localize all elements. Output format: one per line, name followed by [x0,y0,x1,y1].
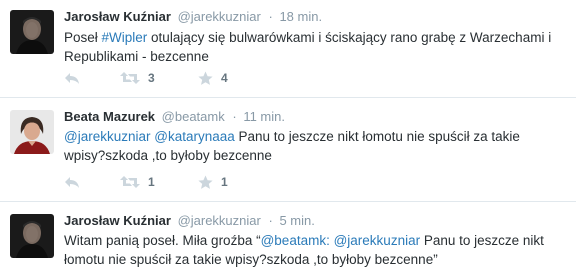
man-portrait-icon [10,10,54,54]
reply-icon [65,177,79,188]
tweet[interactable]: Jarosław Kuźniar @jarekkuzniar · 5 min. … [0,202,576,275]
favorite-button[interactable]: 4 [198,71,258,86]
tweet-header: Jarosław Kuźniar @jarekkuzniar · 5 min. [64,213,315,228]
author-name[interactable]: Jarosław Kuźniar [64,213,171,228]
tweet-header: Jarosław Kuźniar @jarekkuzniar · 18 min. [64,9,322,24]
retweet-button[interactable]: 3 [120,71,180,85]
tweet-header: Beata Mazurek @beatamk · 11 min. [64,109,285,124]
timestamp[interactable]: 18 min. [279,9,322,24]
woman-portrait-icon [10,110,54,154]
tweet[interactable]: Jarosław Kuźniar @jarekkuzniar · 18 min.… [0,0,576,98]
tweet[interactable]: Beata Mazurek @beatamk · 11 min. @jarekk… [0,98,576,202]
tweet-actions: 3 4 [64,69,298,87]
separator-dot: · [268,9,273,24]
reply-button[interactable] [64,71,98,85]
author-handle[interactable]: @beatamk [162,109,225,124]
timestamp[interactable]: 11 min. [243,109,285,124]
avatar[interactable] [10,214,54,258]
avatar[interactable] [10,10,54,54]
avatar[interactable] [10,110,54,154]
text-segment: Poseł [64,30,102,45]
author-name[interactable]: Beata Mazurek [64,109,155,124]
mention-link[interactable]: @jarekkuzniar [64,129,150,144]
favorite-button[interactable]: 1 [198,175,258,190]
separator-dot: · [232,109,237,124]
tweet-text: Witam panią poseł. Miła groźba “@beatamk… [64,231,564,269]
mention-link[interactable]: @beatamk [261,233,326,248]
tweet-actions: 1 1 [64,173,298,191]
retweet-count: 1 [148,175,155,189]
favorite-count: 1 [221,175,228,189]
text-segment: : [326,233,334,248]
author-name[interactable]: Jarosław Kuźniar [64,9,171,24]
timestamp[interactable]: 5 min. [279,213,314,228]
text-segment: Witam panią poseł. Miła groźba “ [64,233,261,248]
tweet-text: Poseł #Wipler otulający się bulwarówkami… [64,28,564,66]
author-handle[interactable]: @jarekkuzniar [178,9,261,24]
retweet-icon [120,72,140,84]
man-portrait-icon [10,214,54,258]
separator-dot: · [268,213,273,228]
author-handle[interactable]: @jarekkuzniar [178,213,261,228]
star-icon [198,175,213,189]
reply-button[interactable] [64,175,98,189]
retweet-button[interactable]: 1 [120,175,180,189]
star-icon [198,71,213,85]
mention-link[interactable]: @jarekkuzniar [334,233,420,248]
reply-icon [65,73,79,84]
hashtag-link[interactable]: #Wipler [102,30,148,45]
favorite-count: 4 [221,71,228,85]
tweet-text: @jarekkuzniar @katarynaaa Panu to jeszcz… [64,127,564,165]
mention-link[interactable]: @katarynaaa [154,129,235,144]
retweet-count: 3 [148,71,155,85]
retweet-icon [120,176,140,188]
